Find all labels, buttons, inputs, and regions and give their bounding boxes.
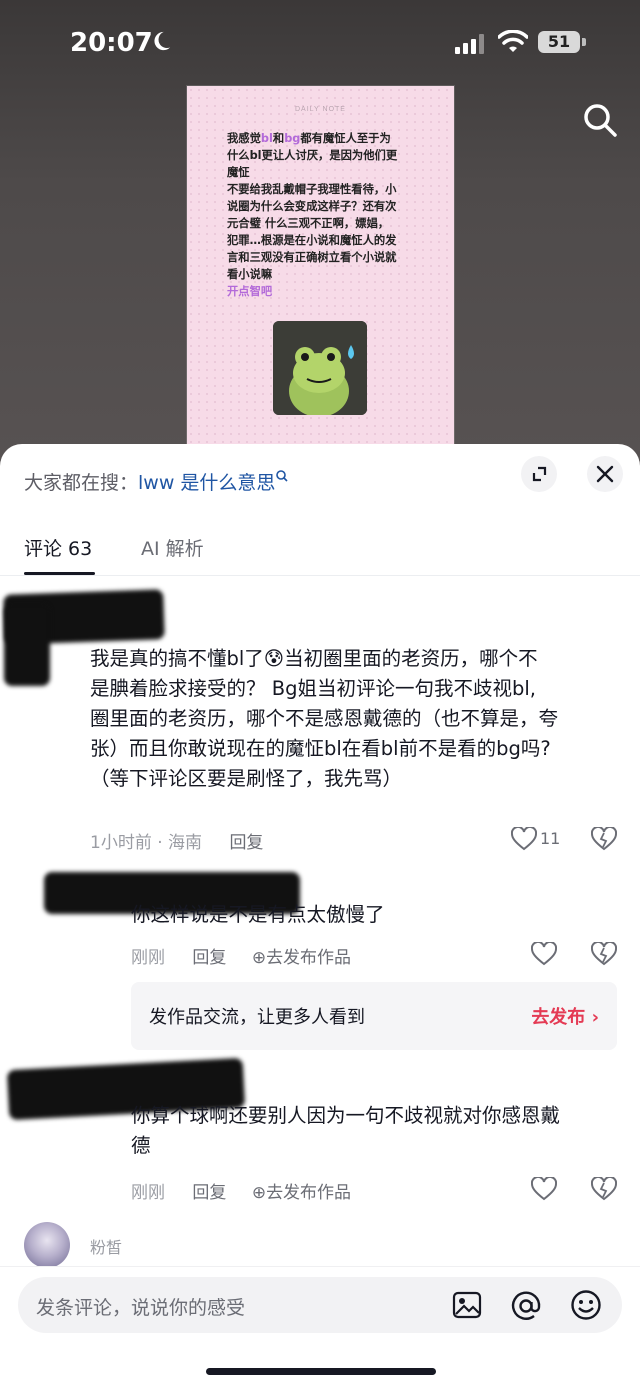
comment-2-meta: 刚刚 回复 ⊕去发布作品: [131, 943, 351, 968]
note-header: DAILY NOTE: [295, 106, 346, 113]
comment-line: 圈里面的老资历，哪个不是感恩戴德的（也不算是，夸: [90, 707, 559, 730]
note-line: 我感觉: [227, 132, 261, 145]
comment-input-placeholder: 发条评论，说说你的感受: [36, 1297, 246, 1319]
note-highlight: bg: [284, 132, 301, 145]
publish-label: 去发布作品: [266, 1183, 352, 1203]
tabs-divider: [0, 575, 640, 576]
comment-2-text: 你这样说是不是有点太傲慢了: [131, 900, 385, 930]
note-line: 犯罪…根源是在小说和魔怔人的发: [227, 234, 397, 247]
like-count: 11: [540, 829, 561, 848]
comment-3-text: 你算个球啊还要别人因为一句不歧视就对你感恩戴 德: [131, 1101, 560, 1161]
dislike-icon[interactable]: [591, 1177, 617, 1201]
comment-1-text: 我是真的搞不懂bl了😰当初圈里面的老资历，哪个不 是腆着脸求接受的？ Bg姐当初…: [90, 644, 558, 794]
note-line: 看小说嘛: [227, 268, 273, 281]
close-icon: [596, 465, 614, 483]
promo-publish-link[interactable]: 去发布 ›: [531, 1003, 599, 1029]
publish-link[interactable]: ⊕去发布作品: [252, 948, 351, 968]
like-icon[interactable]: [531, 942, 557, 966]
note-line: 说圈为什么会变成这样子？还有次: [227, 200, 397, 213]
publish-label: 去发布作品: [266, 948, 352, 968]
dislike-icon[interactable]: [591, 942, 617, 966]
publish-promo-card[interactable]: 发作品交流，让更多人看到 去发布 ›: [131, 982, 617, 1050]
battery-nub: [582, 38, 586, 46]
battery-indicator: 51: [538, 31, 580, 53]
search-small-icon: [276, 470, 288, 482]
video-area[interactable]: 20:07 51 DAILY NOTE 我感觉bl和bg都有魔怔人至于为 什么b…: [0, 0, 640, 460]
comment-line: 你算个球啊还要别人因为一句不歧视就对你感恩戴: [131, 1104, 561, 1127]
expand-icon: [532, 466, 547, 482]
like-icon[interactable]: [511, 827, 537, 851]
like-icon[interactable]: [531, 1177, 557, 1201]
comment-3-meta: 刚刚 回复 ⊕去发布作品: [131, 1178, 351, 1203]
comment-1-meta: 1小时前 · 海南 回复: [90, 828, 263, 853]
note-line: 和: [272, 132, 285, 145]
note-line-purple: 开点智吧: [227, 285, 273, 298]
frog-sticker-image: [273, 321, 367, 415]
note-line: 元合璧 什么三观不正啊，嫖娼，: [227, 217, 390, 230]
note-text: 我感觉bl和bg都有魔怔人至于为 什么bl更让人讨厌，是因为他们更 魔怔 不要给…: [227, 130, 426, 300]
comment-time: 刚刚: [131, 1183, 165, 1203]
reply-button[interactable]: 回复: [192, 1183, 226, 1203]
reply-button[interactable]: 回复: [229, 833, 263, 853]
image-icon[interactable]: [452, 1291, 482, 1319]
comment-line: （等下评论区要是刷怪了，我先骂）: [90, 767, 403, 790]
comment-time: 刚刚: [131, 948, 165, 968]
note-line: 不要给我乱戴帽子我理性看待，小: [227, 183, 397, 196]
note-image: DAILY NOTE 我感觉bl和bg都有魔怔人至于为 什么bl更让人讨厌，是因…: [187, 86, 454, 460]
note-line: 魔怔: [227, 166, 250, 179]
comment-time: 1小时前 · 海南: [90, 833, 203, 853]
publish-icon: ⊕: [251, 948, 267, 968]
tab-comments[interactable]: 评论 63: [24, 534, 92, 561]
publish-link[interactable]: ⊕去发布作品: [252, 1183, 351, 1203]
trending-search-bar[interactable]: 大家都在搜：lww 是什么意思: [24, 468, 289, 495]
publish-icon: ⊕: [251, 1183, 267, 1203]
promo-text: 发作品交流，让更多人看到: [149, 1007, 365, 1028]
mention-icon[interactable]: [510, 1290, 542, 1322]
comment-line: 我是真的搞不懂bl了😰当初圈里面的老资历，哪个不: [90, 647, 538, 670]
comment-input[interactable]: 发条评论，说说你的感受: [18, 1277, 622, 1333]
redacted-avatar: [4, 604, 50, 686]
expand-button[interactable]: [521, 456, 557, 492]
emoji-icon[interactable]: [570, 1289, 602, 1321]
note-line: 言和三观没有正确树立看个小说就: [227, 251, 397, 264]
note-line: 都有魔怔人至于为: [300, 132, 391, 145]
moon-icon: [154, 31, 171, 51]
comment-line: 你这样说是不是有点太傲慢了: [131, 903, 385, 926]
comment-line: 张）而且你敢说现在的魔怔bl在看bl前不是看的bg吗?: [90, 737, 551, 760]
signal-icon: [455, 34, 484, 54]
comment-line: 德: [131, 1134, 151, 1157]
wifi-icon: [498, 30, 528, 52]
status-time: 20:07: [70, 28, 153, 58]
note-highlight: bl: [260, 132, 273, 145]
home-indicator[interactable]: [206, 1368, 436, 1375]
dislike-icon[interactable]: [591, 827, 617, 851]
tab-ai-analysis[interactable]: AI 解析: [141, 534, 204, 561]
trending-prefix: 大家都在搜：: [24, 472, 139, 494]
comment-line: 是腆着脸求接受的？ Bg姐当初评论一句我不歧视bl,: [90, 677, 536, 700]
reply-button[interactable]: 回复: [192, 948, 226, 968]
comment-input-bar: 发条评论，说说你的感受: [0, 1266, 640, 1347]
avatar[interactable]: [24, 1222, 70, 1268]
trending-query[interactable]: lww 是什么意思: [138, 472, 275, 494]
comments-sheet: 大家都在搜：lww 是什么意思 评论 63 AI 解析 我是真的搞不懂bl了😰当…: [0, 444, 640, 1388]
search-icon[interactable]: [582, 102, 618, 138]
note-line: 什么bl更让人讨厌，是因为他们更: [227, 149, 398, 162]
next-comment-username[interactable]: 粉皙: [90, 1234, 122, 1258]
close-button[interactable]: [587, 456, 623, 492]
